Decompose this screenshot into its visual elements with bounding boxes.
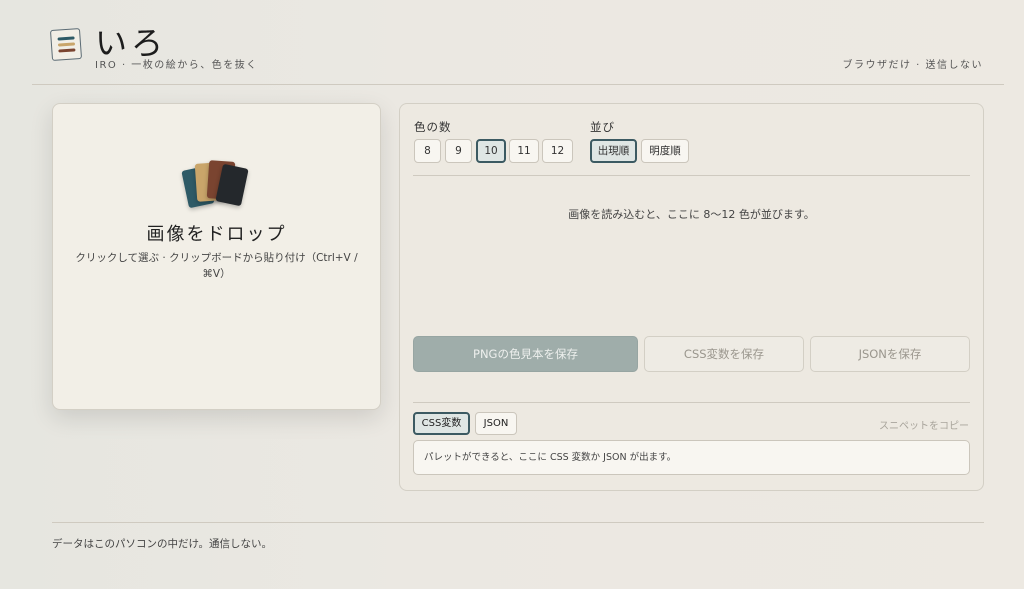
drop-instructions: クリックして選ぶ · クリップボードから貼り付け（Ctrl+V / ⌘V） <box>75 252 358 280</box>
drop-title: 画像をドロップ <box>146 224 287 245</box>
count-option-9[interactable]: 9 <box>445 139 472 163</box>
image-drop-zone[interactable]: 画像をドロップ クリックして選ぶ · クリップボードから貼り付け（Ctrl+V … <box>52 103 381 410</box>
logo-stripe-brown <box>58 48 76 53</box>
save-css-button[interactable]: CSS変数を保存 <box>644 336 804 372</box>
count-option-11[interactable]: 11 <box>509 139 539 163</box>
copy-snippet-button[interactable]: スニペットをコピー <box>879 417 969 432</box>
color-count-label: 色の数 <box>414 120 452 134</box>
palette-empty-message: 画像を読み込むと、ここに 8〜12 色が並びます。 <box>568 208 815 221</box>
order-label: 並び <box>590 120 615 134</box>
order-option-appearance[interactable]: 出現順 <box>590 139 637 163</box>
tab-json[interactable]: JSON <box>475 412 517 435</box>
save-json-button[interactable]: JSONを保存 <box>810 336 970 372</box>
app-header: いろ IRO · 一枚の絵から、色を抜く ブラウザだけ · 送信しない <box>0 0 1024 85</box>
count-option-8[interactable]: 8 <box>414 139 441 163</box>
actions-divider <box>413 402 970 403</box>
save-png-button[interactable]: PNGの色見本を保存 <box>413 336 638 372</box>
controls-divider <box>413 175 970 176</box>
app-subtitle: IRO · 一枚の絵から、色を抜く <box>95 60 258 71</box>
palette-panel: 色の数 8 9 10 11 12 並び 出現順 明度順 画像を読み込むと、ここに… <box>399 103 984 491</box>
count-option-12[interactable]: 12 <box>542 139 573 163</box>
color-cards-icon <box>181 160 253 210</box>
footer-divider <box>52 522 984 523</box>
palette-logo-icon <box>49 27 83 62</box>
count-option-10[interactable]: 10 <box>476 139 506 163</box>
logo-stripe-teal <box>57 36 75 41</box>
logo-stripe-sand <box>57 42 76 47</box>
order-option-lightness[interactable]: 明度順 <box>641 139 689 163</box>
snippet-output[interactable]: パレットができると、ここに CSS 変数か JSON が出ます。 <box>413 440 970 475</box>
header-divider <box>32 84 1004 85</box>
privacy-note: ブラウザだけ · 送信しない <box>842 60 983 71</box>
tab-css-variables[interactable]: CSS変数 <box>413 412 470 435</box>
footer-note: データはこのパソコンの中だけ。通信しない。 <box>52 538 272 550</box>
app-page: いろ IRO · 一枚の絵から、色を抜く ブラウザだけ · 送信しない 画像をド… <box>0 0 1024 589</box>
